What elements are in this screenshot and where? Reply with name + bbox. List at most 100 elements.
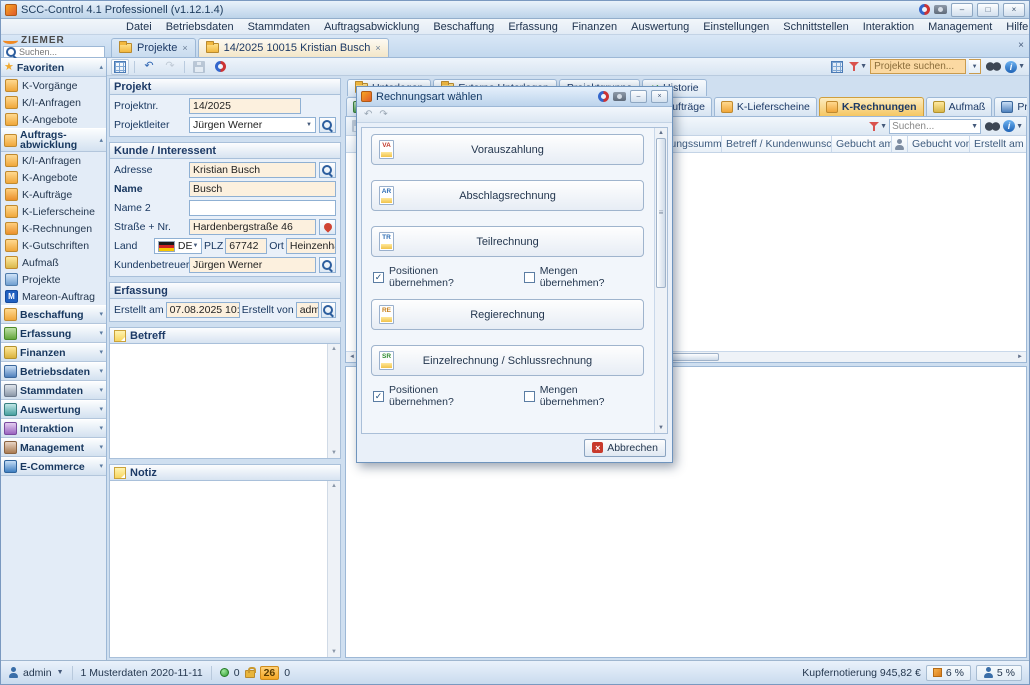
info-button[interactable]	[1005, 59, 1025, 75]
betreff-scrollbar[interactable]	[327, 344, 340, 458]
sidebar-item[interactable]: K-Aufträge	[1, 186, 106, 203]
menu-item[interactable]: Beschaffung	[426, 19, 501, 34]
minimize-button[interactable]	[951, 3, 973, 17]
save-button[interactable]	[190, 59, 208, 75]
dialog-scrollbar[interactable]	[654, 128, 667, 433]
plz-field[interactable]: 67742	[225, 238, 267, 254]
sidebar-section[interactable]: Stammdaten	[1, 381, 106, 400]
menu-item[interactable]: Datei	[119, 19, 159, 34]
sidebar-item[interactable]: K-Lieferscheine	[1, 203, 106, 220]
invoice-type-vorauszahlung-button[interactable]: VA Vorauszahlung	[371, 134, 644, 165]
sidebar-item[interactable]: K/I-Anfragen	[1, 152, 106, 169]
sidebar-section[interactable]: Betriebsdaten	[1, 362, 106, 381]
locked-count-badge[interactable]: 26	[260, 666, 280, 680]
name-field[interactable]: Busch	[189, 181, 336, 197]
mengen-checkbox[interactable]	[524, 391, 535, 402]
sidebar-section[interactable]: E-Commerce	[1, 457, 106, 476]
chevron-down-icon[interactable]	[57, 669, 64, 676]
scrollbar-thumb[interactable]	[656, 138, 666, 288]
screenshot-icon[interactable]	[613, 92, 626, 101]
column-gebucht-am[interactable]: Gebucht am	[832, 136, 892, 152]
column-betreff-kundenwunsch[interactable]: Betreff / Kundenwunsch	[722, 136, 832, 152]
sidebar-item[interactable]: K-Angebote	[1, 111, 106, 128]
betreff-textarea[interactable]	[110, 344, 340, 458]
sync-icon[interactable]	[598, 91, 609, 102]
project-subtab[interactable]: K-Rechnungen	[819, 97, 924, 116]
filter-button[interactable]	[869, 118, 887, 134]
chevron-down-icon[interactable]	[971, 123, 978, 130]
project-search-input[interactable]	[874, 61, 962, 72]
mengen-checkbox[interactable]	[524, 272, 535, 283]
name2-field[interactable]	[189, 200, 336, 216]
sidebar-section[interactable]: Finanzen	[1, 343, 106, 362]
projektleiter-lookup-button[interactable]	[319, 117, 336, 133]
tab-projekte[interactable]: Projekte	[111, 38, 196, 57]
close-button[interactable]	[1003, 3, 1025, 17]
invoice-type-teilrechnung-button[interactable]: TR Teilrechnung	[371, 226, 644, 257]
search-dropdown-button[interactable]	[969, 59, 981, 74]
user-menu[interactable]: admin	[23, 667, 52, 679]
scroll-right-icon[interactable]	[1014, 354, 1026, 360]
filter-button[interactable]	[849, 59, 867, 75]
sync-icon[interactable]	[919, 4, 930, 15]
layout-grid-button[interactable]	[111, 59, 129, 75]
close-tab-icon[interactable]	[375, 44, 380, 53]
sidebar-item[interactable]: K-Angebote	[1, 169, 106, 186]
scroll-up-icon[interactable]	[658, 130, 664, 136]
erstellt-von-field[interactable]: admi	[296, 302, 319, 318]
find-button[interactable]	[983, 118, 1001, 134]
land-combo[interactable]: DE	[154, 238, 202, 254]
projektleiter-combo[interactable]: Jürgen Werner	[189, 117, 316, 133]
sidebar-item[interactable]: Mareon-Auftrag	[1, 288, 106, 305]
column-user-icon[interactable]	[892, 136, 908, 152]
sidebar-item[interactable]: K/I-Anfragen	[1, 94, 106, 111]
sidebar-item[interactable]: Projekte	[1, 271, 106, 288]
sidebar-item[interactable]: Aufmaß	[1, 254, 106, 271]
menu-item[interactable]: Auftragsabwicklung	[317, 19, 426, 34]
sidebar-item[interactable]: K-Vorgänge	[1, 77, 106, 94]
tab-active-project[interactable]: 14/2025 10015 Kristian Busch	[198, 38, 389, 57]
positionen-checkbox[interactable]	[373, 391, 384, 402]
menu-item[interactable]: Betriebsdaten	[159, 19, 241, 34]
projektnr-field[interactable]: 14/2025	[189, 98, 301, 114]
notiz-textarea[interactable]	[110, 481, 340, 657]
notiz-scrollbar[interactable]	[327, 481, 340, 657]
adresse-lookup-button[interactable]	[319, 162, 336, 178]
find-button[interactable]	[984, 59, 1002, 75]
close-tab-icon[interactable]	[182, 44, 187, 53]
info-button[interactable]	[1003, 118, 1023, 134]
column-erstellt-am[interactable]: Erstellt am	[970, 136, 1026, 152]
sidebar-item[interactable]: K-Gutschriften	[1, 237, 106, 254]
invoice-type-einzelrechnung-button[interactable]: SR Einzelrechnung / Schlussrechnung	[371, 345, 644, 376]
sidebar-section[interactable]: Beschaffung	[1, 305, 106, 324]
sidebar-section-auftragsabwicklung[interactable]: Auftrags- abwicklung	[1, 128, 106, 152]
map-button[interactable]	[319, 219, 336, 235]
dialog-title-bar[interactable]: Rechnungsart wählen	[357, 87, 672, 107]
close-tabstrip-button[interactable]	[1018, 41, 1024, 51]
project-subtab[interactable]: K-Lieferscheine	[714, 97, 817, 116]
redo-icon[interactable]	[379, 110, 387, 120]
menu-item[interactable]: Auswertung	[624, 19, 696, 34]
view-grid-button[interactable]	[828, 59, 846, 75]
menu-item[interactable]: Management	[921, 19, 999, 34]
sidebar-section[interactable]: Auswertung	[1, 400, 106, 419]
project-subtab[interactable]: Aufmaß	[926, 97, 993, 116]
menu-item[interactable]: Erfassung	[501, 19, 565, 34]
invoice-search-input[interactable]	[892, 121, 969, 132]
quick-search-input[interactable]	[19, 47, 102, 57]
scroll-down-icon[interactable]	[658, 425, 664, 431]
erstellt-von-lookup-button[interactable]	[321, 302, 336, 318]
sidebar-section[interactable]: Erfassung	[1, 324, 106, 343]
undo-icon[interactable]	[364, 110, 372, 120]
strasse-field[interactable]: Hardenbergstraße 46	[189, 219, 316, 235]
adresse-field[interactable]: Kristian Busch	[189, 162, 316, 178]
project-subtab[interactable]: Projekt Ansprechpartner	[994, 97, 1027, 116]
kundenbetreuer-lookup-button[interactable]	[319, 257, 336, 273]
sidebar-section[interactable]: Interaktion	[1, 419, 106, 438]
screenshot-icon[interactable]	[934, 5, 947, 14]
erstellt-am-field[interactable]: 07.08.2025 10:03	[166, 302, 240, 318]
refresh-button[interactable]	[211, 59, 229, 75]
invoice-type-abschlagsrechnung-button[interactable]: AR Abschlagsrechnung	[371, 180, 644, 211]
sidebar-item[interactable]: K-Rechnungen	[1, 220, 106, 237]
menu-item[interactable]: Interaktion	[856, 19, 921, 34]
